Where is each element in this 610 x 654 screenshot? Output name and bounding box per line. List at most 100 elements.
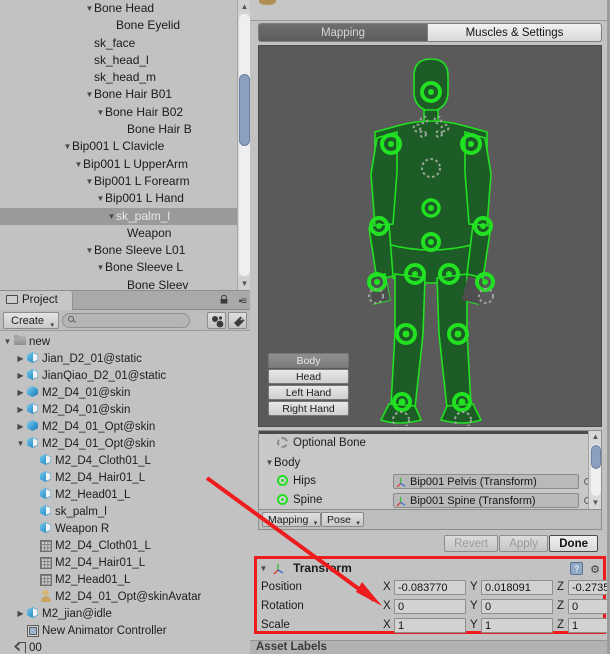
hierarchy-item-7[interactable]: ▼Bone Hair B — [0, 121, 250, 138]
rotation-z-input[interactable]: 0 — [568, 599, 610, 614]
expand-arrow-icon[interactable]: ▶ — [15, 401, 26, 418]
expand-arrow-icon[interactable]: ▶ — [15, 418, 26, 435]
project-item-13[interactable]: ▼ M2_D4_Hair01_L — [0, 554, 250, 571]
hierarchy-item-2[interactable]: ▼sk_face — [0, 35, 250, 52]
position-y-input[interactable]: 0.018091 — [481, 580, 553, 595]
rotation-y-input[interactable]: 0 — [481, 599, 553, 614]
bone-row-2[interactable]: Hips Bip001 Pelvis (Transform) — [259, 472, 601, 491]
scroll-down-arrow-icon[interactable]: ▼ — [238, 277, 250, 290]
project-item-10[interactable]: ▼ sk_palm_l — [0, 503, 250, 520]
position-z-input[interactable]: -0.273519 — [568, 580, 610, 595]
expand-arrow-icon[interactable]: ▼ — [85, 242, 94, 259]
hierarchy-item-10[interactable]: ▼Bip001 L Forearm — [0, 173, 250, 190]
hierarchy-item-9[interactable]: ▼Bip001 L UpperArm — [0, 156, 250, 173]
hierarchy-item-11[interactable]: ▼Bip001 L Hand — [0, 190, 250, 207]
mapping-dropdown[interactable]: Mapping ▾ — [262, 512, 322, 527]
expand-arrow-icon[interactable]: ▼ — [107, 208, 116, 225]
expand-arrow-icon[interactable]: ▼ — [85, 173, 94, 190]
scale-x-input[interactable]: 1 — [394, 618, 466, 633]
hierarchy-item-12[interactable]: ▼sk_palm_l — [0, 207, 250, 225]
bone-object-field[interactable]: Bip001 Spine (Transform) — [393, 493, 579, 508]
expand-arrow-icon[interactable]: ▼ — [2, 333, 13, 350]
bone-row-1[interactable]: ▼Body — [259, 453, 601, 472]
asset-labels-section[interactable]: Asset Labels — [250, 640, 610, 654]
hierarchy-item-3[interactable]: ▼sk_head_l — [0, 52, 250, 69]
expand-arrow-icon[interactable]: ▶ — [15, 350, 26, 367]
hierarchy-scrollbar[interactable]: ▲ ▼ — [237, 0, 250, 290]
expand-arrow-icon[interactable]: ▼ — [96, 190, 105, 207]
lock-icon[interactable] — [220, 295, 228, 304]
project-item-15[interactable]: ▼ M2_D4_01_Opt@skinAvatar — [0, 588, 250, 605]
panel-menu-icon[interactable]: ▪≡ — [239, 296, 247, 307]
project-item-16[interactable]: ▶ M2_jian@idle — [0, 605, 250, 622]
project-item-17[interactable]: ▼ New Animator Controller — [0, 622, 250, 639]
hierarchy-item-0[interactable]: ▼Bone Head — [0, 0, 250, 17]
apply-button[interactable]: Apply — [499, 535, 548, 552]
project-item-4[interactable]: ▶ M2_D4_01@skin — [0, 401, 250, 418]
bone-object-field[interactable]: Bip001 Pelvis (Transform) — [393, 474, 579, 489]
project-item-0[interactable]: ▼ new — [0, 333, 250, 350]
filter-by-label-icon[interactable] — [228, 312, 247, 329]
hierarchy-item-4[interactable]: ▼sk_head_m — [0, 69, 250, 86]
scroll-up-arrow-icon[interactable]: ▲ — [238, 0, 250, 13]
project-item-6[interactable]: ▼ M2_D4_01_Opt@skin — [0, 435, 250, 452]
project-item-8[interactable]: ▼ M2_D4_Hair01_L — [0, 469, 250, 486]
expand-arrow-icon[interactable]: ▼ — [63, 138, 72, 155]
expand-arrow-icon[interactable]: ▼ — [74, 156, 83, 173]
hierarchy-item-5[interactable]: ▼Bone Hair B01 — [0, 86, 250, 103]
project-item-14[interactable]: ▼ M2_Head01_L — [0, 571, 250, 588]
body-part-head-button[interactable]: Head — [268, 369, 349, 384]
expand-arrow-icon[interactable]: ▼ — [96, 104, 105, 121]
hierarchy-item-1[interactable]: ▼Bone Eyelid — [0, 17, 250, 34]
hierarchy-item-13[interactable]: ▼Weapon — [0, 225, 250, 242]
project-item-9[interactable]: ▼ M2_Head01_L — [0, 486, 250, 503]
help-icon[interactable]: ? — [570, 562, 583, 575]
project-item-18[interactable]: ▼ 00 — [0, 639, 250, 653]
project-item-7[interactable]: ▼ M2_D4_Cloth01_L — [0, 452, 250, 469]
transform-header[interactable]: ▼ Transform ? ⚙ — [257, 559, 603, 578]
hierarchy-scroll-thumb[interactable] — [239, 74, 250, 146]
create-button[interactable]: Create ▾ — [3, 312, 60, 329]
hierarchy-item-14[interactable]: ▼Bone Sleeve L01 — [0, 242, 250, 259]
bone-scroll-thumb[interactable] — [590, 445, 601, 469]
hierarchy-item-16[interactable]: ▼Bone Sleev — [0, 277, 250, 290]
bone-list-scrollbar[interactable]: ▲ ▼ — [588, 431, 601, 509]
bone-row-0[interactable]: Optional Bone — [259, 434, 601, 453]
tab-muscles-and-settings[interactable]: Muscles & Settings — [428, 23, 602, 42]
project-search-field[interactable] — [62, 313, 190, 328]
bone-mapping-list[interactable]: Optional Bone ▼Body Hips Bip001 Pelvis (Tra… — [258, 430, 602, 510]
avatar-preview-viewport[interactable]: Body Head Left Hand Right Hand — [258, 45, 602, 427]
bone-scroll-down-icon[interactable]: ▼ — [589, 497, 602, 509]
position-x-input[interactable]: -0.083770 — [394, 580, 466, 595]
scale-y-input[interactable]: 1 — [481, 618, 553, 633]
body-part-right-hand-button[interactable]: Right Hand — [268, 401, 349, 416]
hierarchy-item-15[interactable]: ▼Bone Sleeve L — [0, 259, 250, 276]
rotation-x-input[interactable]: 0 — [394, 599, 466, 614]
project-item-12[interactable]: ▼ M2_D4_Cloth01_L — [0, 537, 250, 554]
bone-row-3[interactable]: Spine Bip001 Spine (Transform) — [259, 491, 601, 510]
hierarchy-panel[interactable]: ▼Bone Head▼Bone Eyelid▼sk_face▼sk_head_l… — [0, 0, 250, 290]
project-item-11[interactable]: ▼ Weapon R — [0, 520, 250, 537]
expand-arrow-icon[interactable]: ▶ — [15, 605, 26, 622]
body-part-body-button[interactable]: Body — [268, 353, 349, 368]
expand-arrow-icon[interactable]: ▼ — [265, 453, 274, 472]
done-button[interactable]: Done — [549, 535, 598, 552]
expand-arrow-icon[interactable]: ▶ — [15, 367, 26, 384]
tab-mapping[interactable]: Mapping — [258, 23, 428, 42]
pose-dropdown[interactable]: Pose ▾ — [321, 512, 364, 527]
hierarchy-item-6[interactable]: ▼Bone Hair B02 — [0, 104, 250, 121]
project-item-3[interactable]: ▶ M2_D4_01@skin — [0, 384, 250, 401]
expand-arrow-icon[interactable]: ▼ — [85, 0, 94, 17]
expand-arrow-icon[interactable]: ▼ — [85, 86, 94, 103]
scale-z-input[interactable]: 1 — [568, 618, 610, 633]
project-item-2[interactable]: ▶ JianQiao_D2_01@static — [0, 367, 250, 384]
collapse-arrow-icon[interactable]: ▼ — [257, 559, 270, 578]
tab-project[interactable]: Project — [0, 291, 73, 310]
expand-arrow-icon[interactable]: ▼ — [96, 259, 105, 276]
body-part-left-hand-button[interactable]: Left Hand — [268, 385, 349, 400]
bone-scroll-up-icon[interactable]: ▲ — [589, 431, 602, 443]
project-item-5[interactable]: ▶ M2_D4_01_Opt@skin — [0, 418, 250, 435]
revert-button[interactable]: Revert — [444, 535, 498, 552]
project-tree[interactable]: ▼ new ▶ Jian_D2_01@static ▶ JianQiao_D2_01@st… — [0, 331, 250, 653]
expand-arrow-icon[interactable]: ▼ — [15, 435, 26, 452]
